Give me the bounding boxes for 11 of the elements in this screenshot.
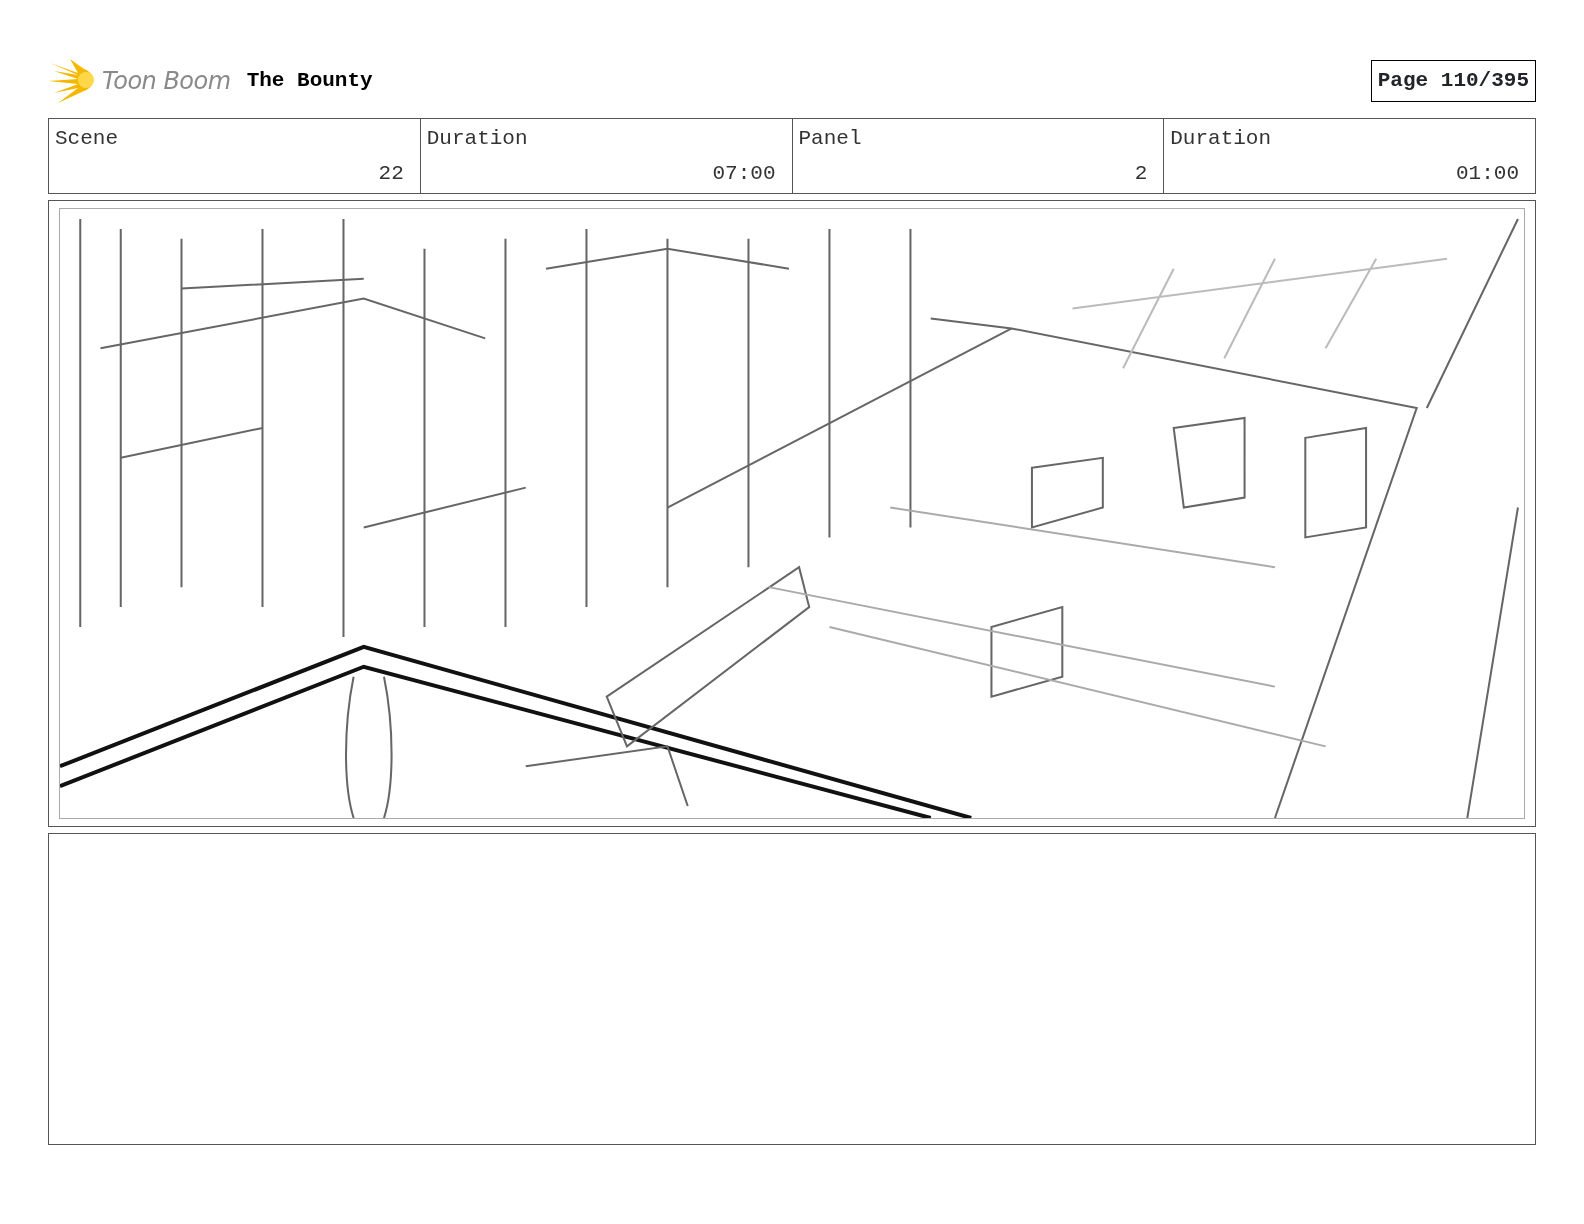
page-number: Page 110/395 xyxy=(1370,60,1536,102)
field-label: Duration xyxy=(426,126,528,152)
field-value: 01:00 xyxy=(1456,160,1519,187)
field-value: 2 xyxy=(1134,160,1148,187)
field-label: Scene xyxy=(55,126,118,152)
project-title: The Bounty xyxy=(246,68,373,95)
field-value: 22 xyxy=(378,160,404,187)
logo-text: Toon Boom xyxy=(102,66,231,97)
field-label: Duration xyxy=(1170,126,1272,152)
field-value: 07:00 xyxy=(712,160,776,187)
field-label: Panel xyxy=(798,126,862,152)
